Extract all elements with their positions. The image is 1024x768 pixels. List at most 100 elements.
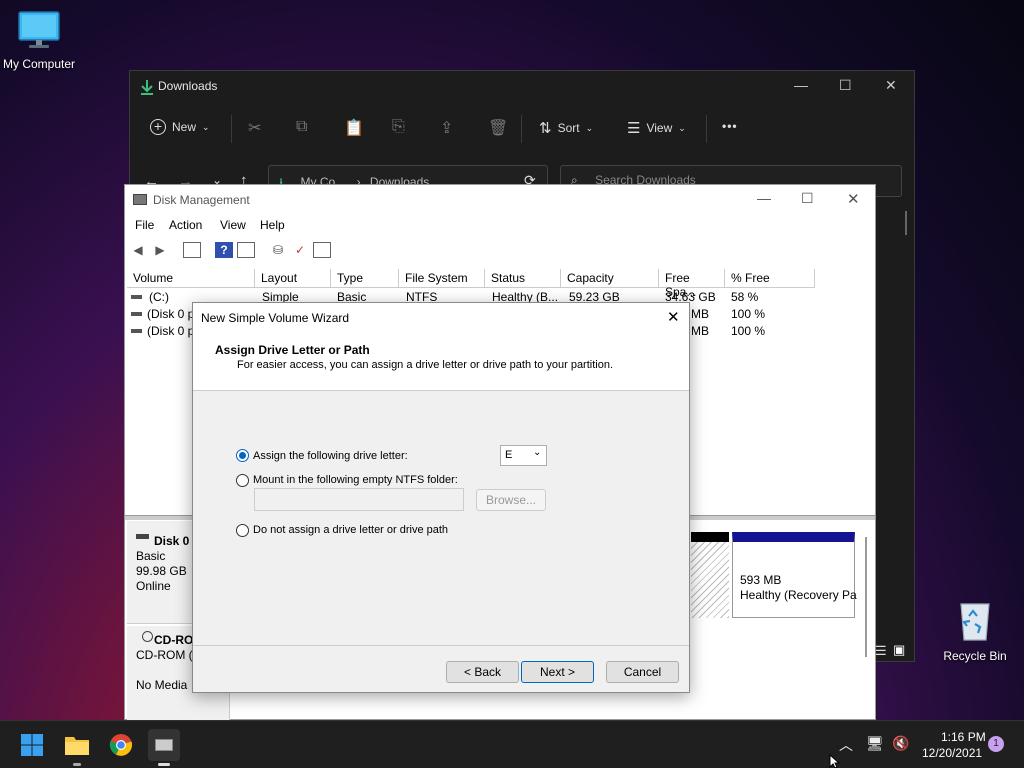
disk-0-state: Online [136,579,171,593]
close-button[interactable]: ✕ [885,77,897,94]
disk-management-app-icon [133,194,147,205]
share-icon[interactable]: ⇪ [440,118,453,138]
notification-badge[interactable]: 1 [988,736,1004,752]
toolbar-separator [706,115,707,143]
details-view-icon[interactable]: ☰ [875,643,887,659]
tiles-view-icon[interactable]: ▣ [893,642,905,658]
sort-icon: ⇅ [539,120,552,137]
rename-icon[interactable]: ⎘ [392,118,405,136]
menu-help[interactable]: Help [260,218,285,232]
recycle-bin-desktop-icon[interactable]: Recycle Bin [933,598,1017,663]
delete-icon[interactable]: 🗑 [488,118,508,138]
cancel-button[interactable]: Cancel [606,661,679,683]
menu-view[interactable]: View [220,218,246,232]
disk-0-size: 99.98 GB [136,564,187,578]
wizard-header: New Simple Volume Wizard ✕ Assign Drive … [193,303,689,391]
chrome-icon [109,734,132,756]
checklist-icon[interactable]: ✓ [291,242,309,258]
forward-arrow-icon[interactable]: ▶ [151,242,169,258]
mount-folder-radio[interactable] [236,474,249,487]
show-hidden-icons-button[interactable]: ︿ [839,735,853,755]
graphical-view-scrollbar[interactable] [865,537,867,657]
paste-icon[interactable]: 📋 [344,118,364,138]
disk-management-titlebar: Disk Management — ☐ ✕ [125,185,875,215]
close-button[interactable]: ✕ [667,308,680,326]
menu-file[interactable]: File [135,218,154,232]
unallocated-partition-block[interactable] [691,532,729,618]
volume-cell: (C:) [149,290,169,304]
mount-folder-label[interactable]: Mount in the following empty NTFS folder… [253,474,458,486]
volume-icon [131,312,142,316]
volume-muted-icon[interactable]: 🔇 [892,735,909,752]
disk-management-icon [155,739,173,751]
maximize-button[interactable]: ☐ [801,190,814,207]
close-button[interactable]: ✕ [847,190,860,208]
minimize-button[interactable]: — [794,77,808,93]
disk-icon [136,534,149,539]
settings-list-icon[interactable] [313,242,331,258]
network-icon[interactable]: 🖥 [866,735,884,752]
chevron-down-icon: ⌄ [533,447,542,458]
column-capacity[interactable]: Capacity [561,269,659,288]
drive-letter-value: E [505,449,513,461]
cut-icon[interactable]: ✂ [248,118,261,138]
properties-icon[interactable] [237,242,255,258]
new-button[interactable]: + New ⌄ [150,119,210,135]
column-percent-free[interactable]: % Free [725,269,815,288]
free-space-cell: MB [691,307,709,321]
download-icon [141,80,153,95]
connect-disk-icon[interactable]: ⛁ [269,242,287,258]
wizard-footer-divider [193,645,689,646]
column-layout[interactable]: Layout [255,269,331,288]
minimize-button[interactable]: — [757,190,771,206]
percent-free-cell: 100 % [731,307,766,321]
back-arrow-icon[interactable]: ◀ [129,242,147,258]
disk-0-name: Disk 0 [154,534,190,548]
copy-icon[interactable]: ⧉ [296,118,307,136]
assign-letter-label[interactable]: Assign the following drive letter: [253,450,408,462]
back-button[interactable]: < Back [446,661,519,683]
clock-time[interactable]: 1:16 PM [941,730,986,744]
new-simple-volume-wizard-dialog: New Simple Volume Wizard ✕ Assign Drive … [192,302,690,693]
no-letter-label[interactable]: Do not assign a drive letter or drive pa… [253,524,448,536]
sort-button[interactable]: ⇅ Sort ⌄ [539,119,593,137]
chrome-taskbar-button[interactable] [105,729,137,761]
view-button[interactable]: ☰ View ⌄ [627,119,686,137]
help-icon[interactable]: ? [215,242,233,258]
start-button[interactable] [16,729,48,761]
recovery-partition-block[interactable]: 593 MB Healthy (Recovery Pa [732,532,857,618]
view-list-icon: ☰ [627,120,641,137]
no-letter-radio[interactable] [236,524,249,537]
mouse-cursor-icon [829,754,841,768]
clock-date[interactable]: 12/20/2021 [922,746,982,760]
chevron-down-icon: ⌄ [202,121,210,132]
chevron-down-icon: ⌄ [585,122,594,133]
maximize-button[interactable]: ☐ [839,77,852,94]
active-app-indicator [158,763,170,766]
monitor-icon [18,11,60,48]
taskbar: ︿ 🖥 🔇 1:16 PM 12/20/2021 1 [0,720,1024,768]
windows-logo-icon [21,734,43,756]
view-label: View [646,121,673,135]
assign-letter-radio[interactable] [236,449,249,462]
column-file-system[interactable]: File System [399,269,485,288]
next-button[interactable]: Next > [521,661,594,683]
column-status[interactable]: Status [485,269,561,288]
folder-path-input[interactable] [254,488,464,511]
menu-action[interactable]: Action [169,218,202,232]
disk-management-taskbar-button[interactable] [148,729,180,761]
explorer-scrollbar[interactable] [905,211,907,235]
column-volume[interactable]: Volume [127,269,255,288]
my-computer-label: My Computer [2,57,76,71]
my-computer-desktop-icon[interactable]: My Computer [0,10,81,71]
column-type[interactable]: Type [331,269,399,288]
volume-icon [131,329,142,333]
column-free-space[interactable]: Free Spa... [659,269,725,299]
drive-letter-select[interactable]: E ⌄ [500,445,547,466]
recycle-bin-label: Recycle Bin [943,649,1007,663]
partition-status: Healthy (Recovery Pa [740,588,857,602]
more-options-button[interactable]: ••• [722,119,738,133]
file-explorer-taskbar-button[interactable] [61,729,93,761]
show-hide-console-icon[interactable] [183,242,201,258]
browse-button[interactable]: Browse... [476,489,546,511]
